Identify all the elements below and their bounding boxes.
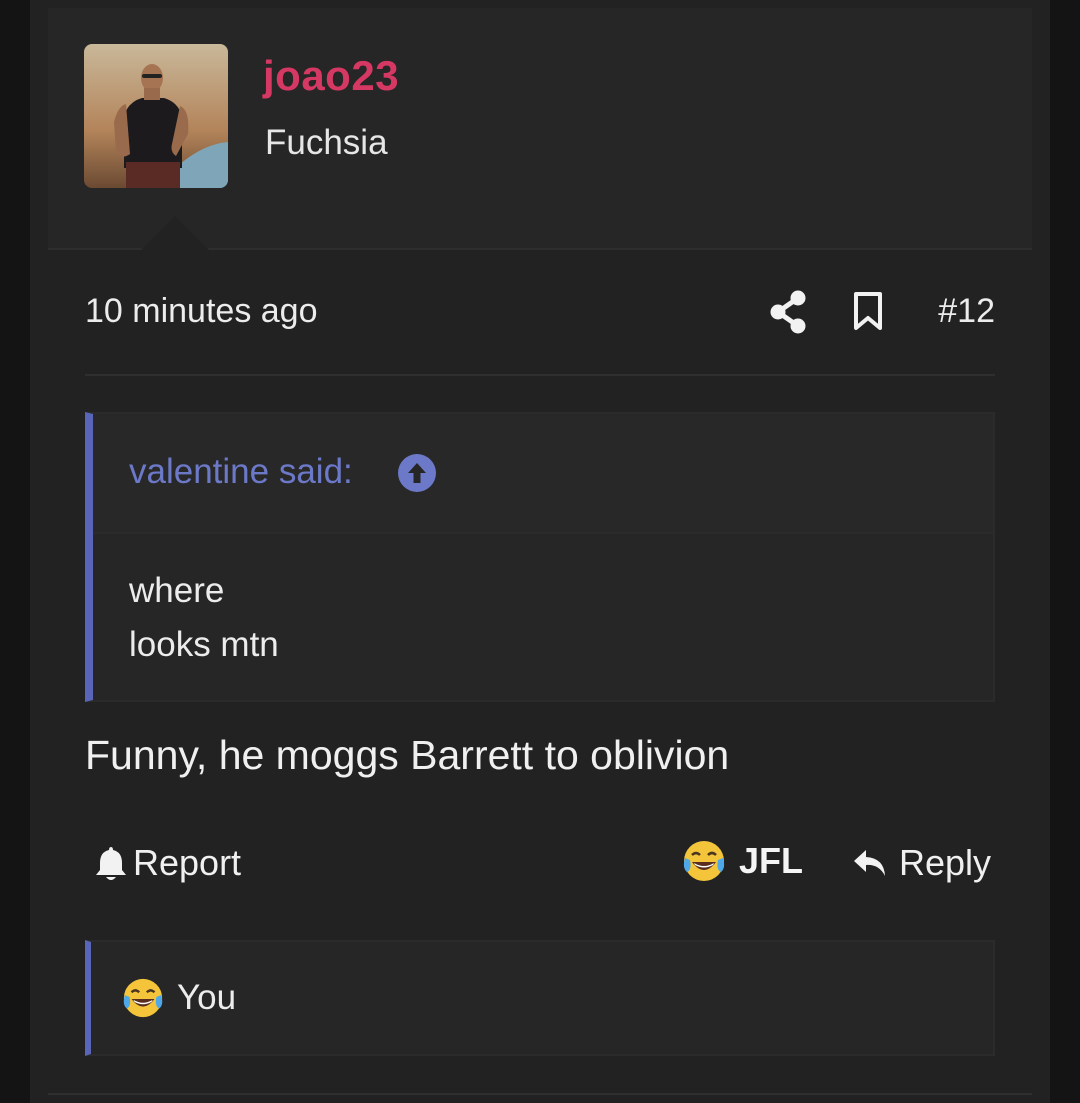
- username[interactable]: joao23: [263, 52, 399, 100]
- laughing-tears-emoji: [683, 841, 725, 881]
- quote-content: where looks mtn: [129, 564, 279, 672]
- laughing-tears-emoji: [123, 978, 163, 1018]
- user-title: Fuchsia: [265, 123, 388, 162]
- post-message: Funny, he moggs Barrett to oblivion: [85, 732, 730, 778]
- post-user-header: joao23 Fuchsia: [48, 8, 1032, 250]
- quote-line: where: [129, 571, 225, 610]
- quote-block: valentine said: where looks mtn: [85, 412, 995, 702]
- post-number-link[interactable]: #12: [938, 292, 995, 331]
- post-timestamp[interactable]: 10 minutes ago: [85, 292, 318, 331]
- user-avatar[interactable]: [84, 44, 228, 188]
- reaction-summary-item: You: [121, 976, 236, 1020]
- header-pointer: [141, 216, 209, 250]
- quote-author-link[interactable]: valentine said:: [129, 452, 353, 492]
- reaction-users: You: [177, 978, 237, 1017]
- post-container: joao23 Fuchsia 10 minutes ago #12 valent…: [30, 0, 1050, 1103]
- arrow-circle-up-icon[interactable]: [398, 454, 436, 492]
- reply-button[interactable]: Reply: [851, 842, 991, 884]
- quote-header: valentine said:: [93, 414, 993, 534]
- report-button[interactable]: Report: [93, 842, 241, 884]
- post-actions: Report JFL Reply: [85, 838, 995, 898]
- bell-icon: [96, 847, 126, 880]
- reply-arrow-icon: [854, 850, 885, 876]
- report-label: Report: [133, 842, 242, 883]
- quote-line: looks mtn: [129, 625, 279, 664]
- post-meta-bar: 10 minutes ago #12: [85, 270, 995, 376]
- share-icon[interactable]: [768, 290, 808, 334]
- jfl-reaction-button[interactable]: JFL: [681, 838, 803, 884]
- reactions-summary[interactable]: You: [85, 940, 995, 1056]
- post-divider: [48, 1093, 1032, 1095]
- jfl-label: JFL: [739, 840, 804, 881]
- reply-label: Reply: [899, 842, 992, 883]
- bookmark-icon[interactable]: [851, 290, 885, 332]
